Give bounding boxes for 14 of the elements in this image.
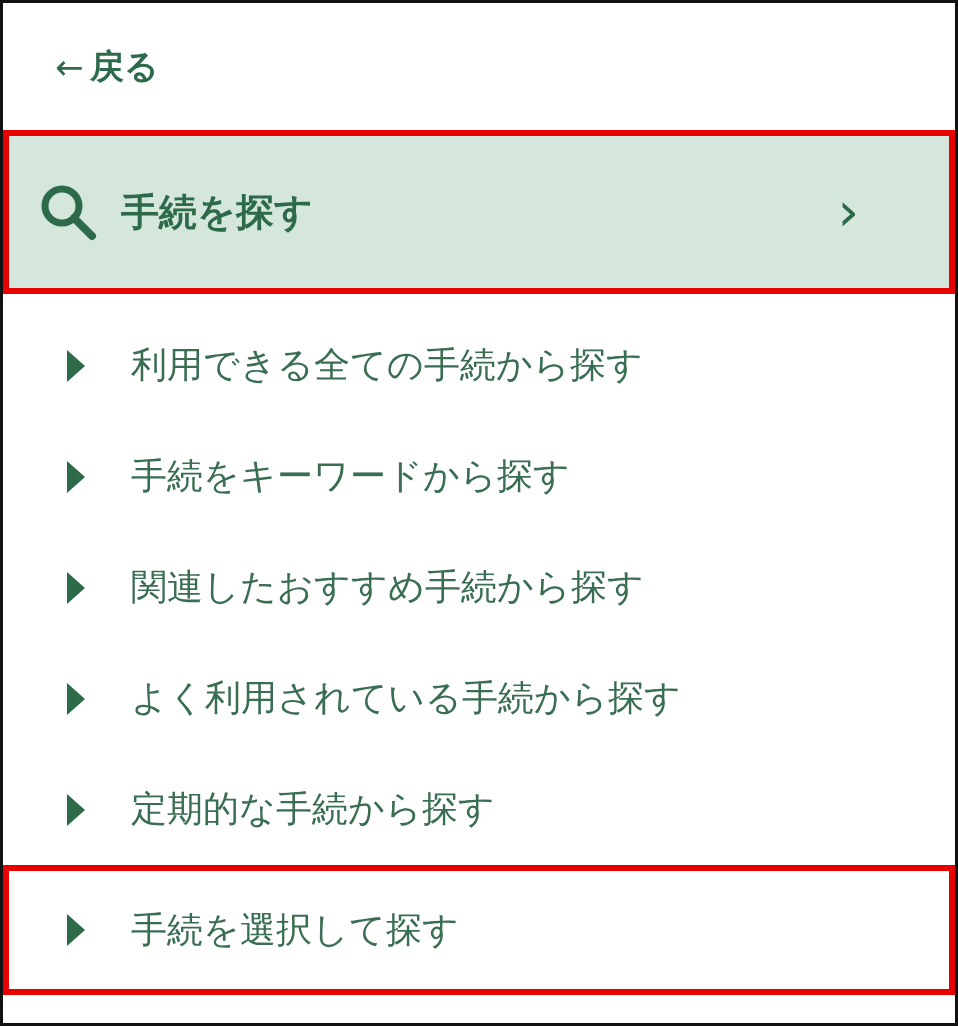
menu-item[interactable]: 関連したおすすめ手続から探す (3, 532, 955, 643)
search-procedures-header[interactable]: 手続を探す › (3, 130, 955, 294)
triangle-icon (67, 349, 85, 382)
menu-item[interactable]: 手続をキーワードから探す (3, 421, 955, 532)
triangle-icon (67, 571, 85, 604)
triangle-icon (67, 460, 85, 493)
menu-item[interactable]: よく利用されている手続から探す (3, 643, 955, 754)
menu-item[interactable]: 利用できる全ての手続から探す (3, 310, 955, 421)
back-link[interactable]: ← 戻る (55, 43, 159, 90)
menu-item[interactable]: 定期的な手続から探す (3, 754, 955, 865)
menu-item[interactable]: 手続を選択して探す (3, 865, 955, 995)
triangle-icon (67, 682, 85, 715)
triangle-icon (67, 914, 85, 946)
triangle-icon (67, 793, 85, 826)
